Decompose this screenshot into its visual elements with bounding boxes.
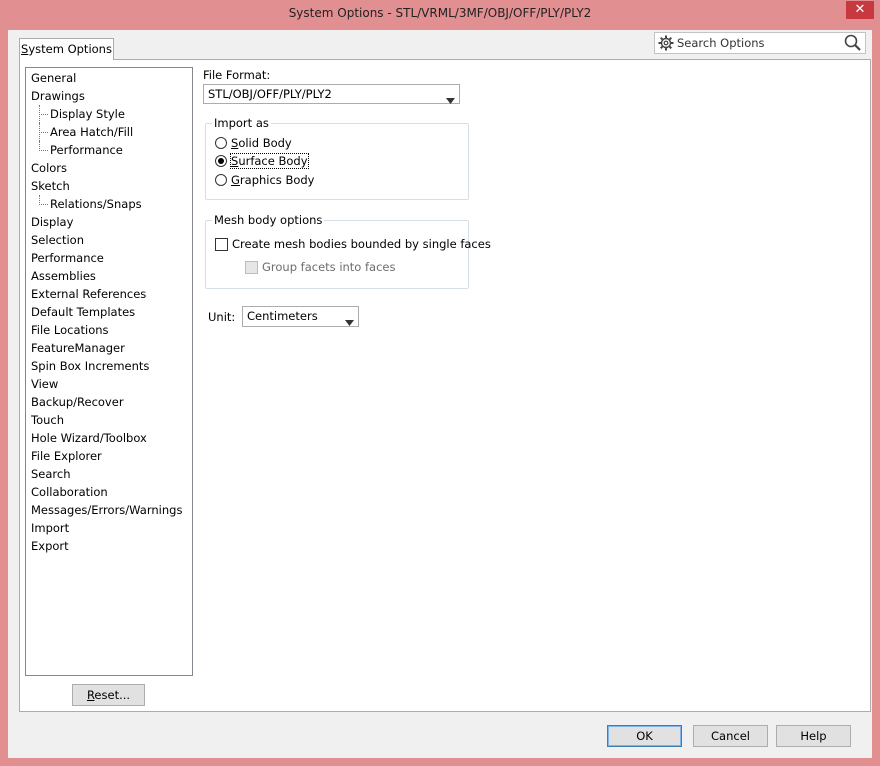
chevron-down-icon [446, 91, 455, 109]
file-format-label: File Format: [203, 68, 271, 82]
import-as-group: Import as Solid Body Surface Body Graphi… [205, 116, 469, 200]
tab-panel: General Drawings Display Style Area Hatch/F… [19, 59, 871, 712]
radio-button[interactable] [215, 155, 227, 167]
tree-item[interactable]: Display [26, 213, 192, 231]
close-button[interactable]: ✕ [846, 1, 874, 19]
dialog-client: System Options Search Options General Dr… [8, 30, 872, 758]
reset-label: eset... [94, 688, 131, 702]
tree-item[interactable]: Hole Wizard/Toolbox [26, 429, 192, 447]
window-frame: System Options - STL/VRML/3MF/OBJ/OFF/PL… [0, 0, 880, 766]
tree-item[interactable]: Display Style [26, 105, 192, 123]
import-as-legend: Import as [212, 116, 271, 130]
tree-item[interactable]: Default Templates [26, 303, 192, 321]
radio-label: raphics Body [239, 173, 315, 187]
tree-item[interactable]: Relations/Snaps [26, 195, 192, 213]
window-title: System Options - STL/VRML/3MF/OBJ/OFF/PL… [288, 6, 592, 20]
radio-button[interactable] [215, 174, 227, 186]
tree-item[interactable]: File Explorer [26, 447, 192, 465]
search-input[interactable]: Search Options [677, 36, 765, 50]
tree-item[interactable]: Messages/Errors/Warnings [26, 501, 192, 519]
unit-label: Unit: [208, 310, 236, 324]
tree-item[interactable]: View [26, 375, 192, 393]
tree-item[interactable]: Drawings [26, 87, 192, 105]
tree-item[interactable]: External References [26, 285, 192, 303]
radio-mnemonic: G [231, 173, 240, 187]
checkbox [245, 261, 258, 274]
create-mesh-bodies-label: Create mesh bodies bounded by single fac… [232, 237, 491, 251]
tab-system-options[interactable]: System Options [19, 38, 114, 60]
tree-item[interactable]: Assemblies [26, 267, 192, 285]
tree-item[interactable]: File Locations [26, 321, 192, 339]
mesh-body-options-legend: Mesh body options [212, 213, 325, 227]
tree-item[interactable]: Area Hatch/Fill [26, 123, 192, 141]
radio-button[interactable] [215, 137, 227, 149]
mesh-body-options-group: Mesh body options Create mesh bodies bou… [205, 213, 491, 289]
tree-item[interactable]: Colors [26, 159, 192, 177]
close-icon: ✕ [854, 2, 866, 17]
tree-item[interactable]: Selection [26, 231, 192, 249]
search-icon[interactable] [843, 34, 863, 55]
checkbox[interactable] [215, 238, 228, 251]
tree-item[interactable]: Sketch [26, 177, 192, 195]
cancel-button[interactable]: Cancel [693, 725, 768, 747]
tree-item[interactable]: General [26, 69, 192, 87]
unit-value: Centimeters [247, 309, 318, 323]
ok-button[interactable]: OK [607, 725, 682, 747]
chevron-down-icon [345, 313, 354, 331]
tree-item[interactable]: Performance [26, 249, 192, 267]
reset-button[interactable]: Reset... [72, 684, 145, 706]
tree-item[interactable]: Export [26, 537, 192, 555]
gear-icon[interactable] [658, 35, 674, 54]
tree-item[interactable]: Search [26, 465, 192, 483]
group-facets-label: Group facets into faces [262, 260, 396, 274]
tree-item[interactable]: Collaboration [26, 483, 192, 501]
file-format-value: STL/OBJ/OFF/PLY/PLY2 [208, 87, 332, 101]
tree-item[interactable]: Backup/Recover [26, 393, 192, 411]
tree-item[interactable]: Performance [26, 141, 192, 159]
tab-label: ystem Options [28, 42, 112, 56]
tree-item[interactable]: Touch [26, 411, 192, 429]
tree-item[interactable]: Import [26, 519, 192, 537]
title-bar[interactable]: System Options - STL/VRML/3MF/OBJ/OFF/PL… [0, 0, 880, 28]
radio-label: urface Body [238, 154, 308, 168]
tree-item[interactable]: Spin Box Increments [26, 357, 192, 375]
search-options-box[interactable]: Search Options [654, 32, 866, 54]
tree-item[interactable]: FeatureManager [26, 339, 192, 357]
radio-label: olid Body [238, 136, 292, 150]
unit-select[interactable]: Centimeters [242, 306, 359, 327]
file-format-select[interactable]: STL/OBJ/OFF/PLY/PLY2 [203, 84, 460, 104]
options-tree[interactable]: General Drawings Display Style Area Hatch/F… [25, 67, 193, 676]
help-button[interactable]: Help [776, 725, 851, 747]
